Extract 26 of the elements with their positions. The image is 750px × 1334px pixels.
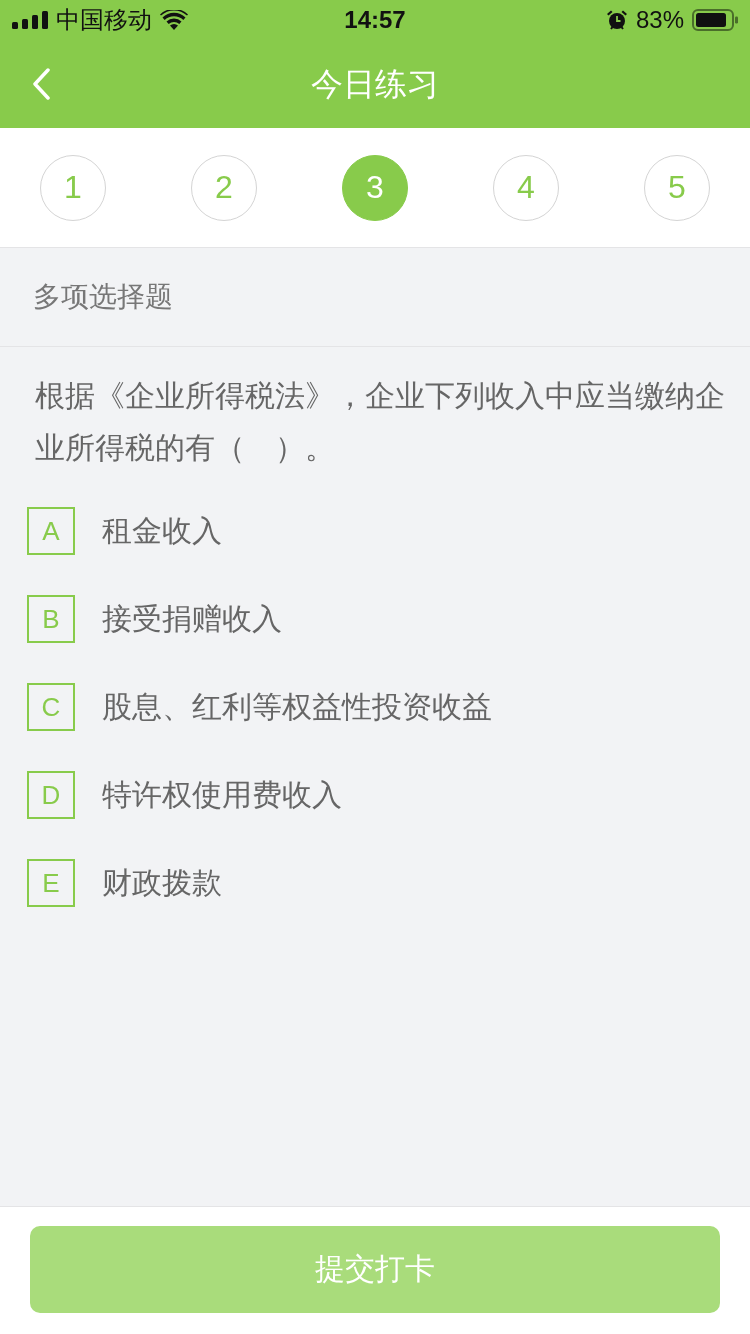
option-text: 租金收入 [102,513,222,549]
step-number-button[interactable]: 4 [493,154,559,221]
option-letter-checkbox[interactable]: A [27,507,75,555]
battery-percentage: 83% [635,6,684,34]
option-letter-checkbox[interactable]: D [27,771,75,819]
option-text: 股息、红利等权益性投资收益 [102,689,492,725]
option-letter-checkbox[interactable]: C [27,683,75,731]
option-text: 接受捐赠收入 [102,601,282,637]
back-chevron-icon [32,68,50,100]
step-number-button[interactable]: 5 [644,154,710,221]
signal-icon [12,11,48,29]
option-text: 财政拨款 [102,865,222,901]
option-letter-checkbox[interactable]: E [27,859,75,907]
carrier-name: 中国移动 [56,6,152,34]
battery-icon [692,9,738,31]
question-type-label: 多项选择题 [33,280,173,314]
wifi-icon [160,10,188,30]
step-number-button[interactable]: 1 [40,154,106,221]
question-text: 根据《企业所得税法》，企业下列收入中应当缴纳企业所得税的有（ ）。 [34,378,726,466]
step-number-button[interactable]: 2 [191,154,257,221]
option-text: 特许权使用费收入 [102,777,342,813]
option-letter-checkbox[interactable]: B [27,595,75,643]
status-time: 14:57 [344,6,406,34]
page-title: 今日练习 [311,65,439,104]
alarm-clock-icon [605,9,628,31]
step-number-button[interactable]: 3 [342,154,408,221]
